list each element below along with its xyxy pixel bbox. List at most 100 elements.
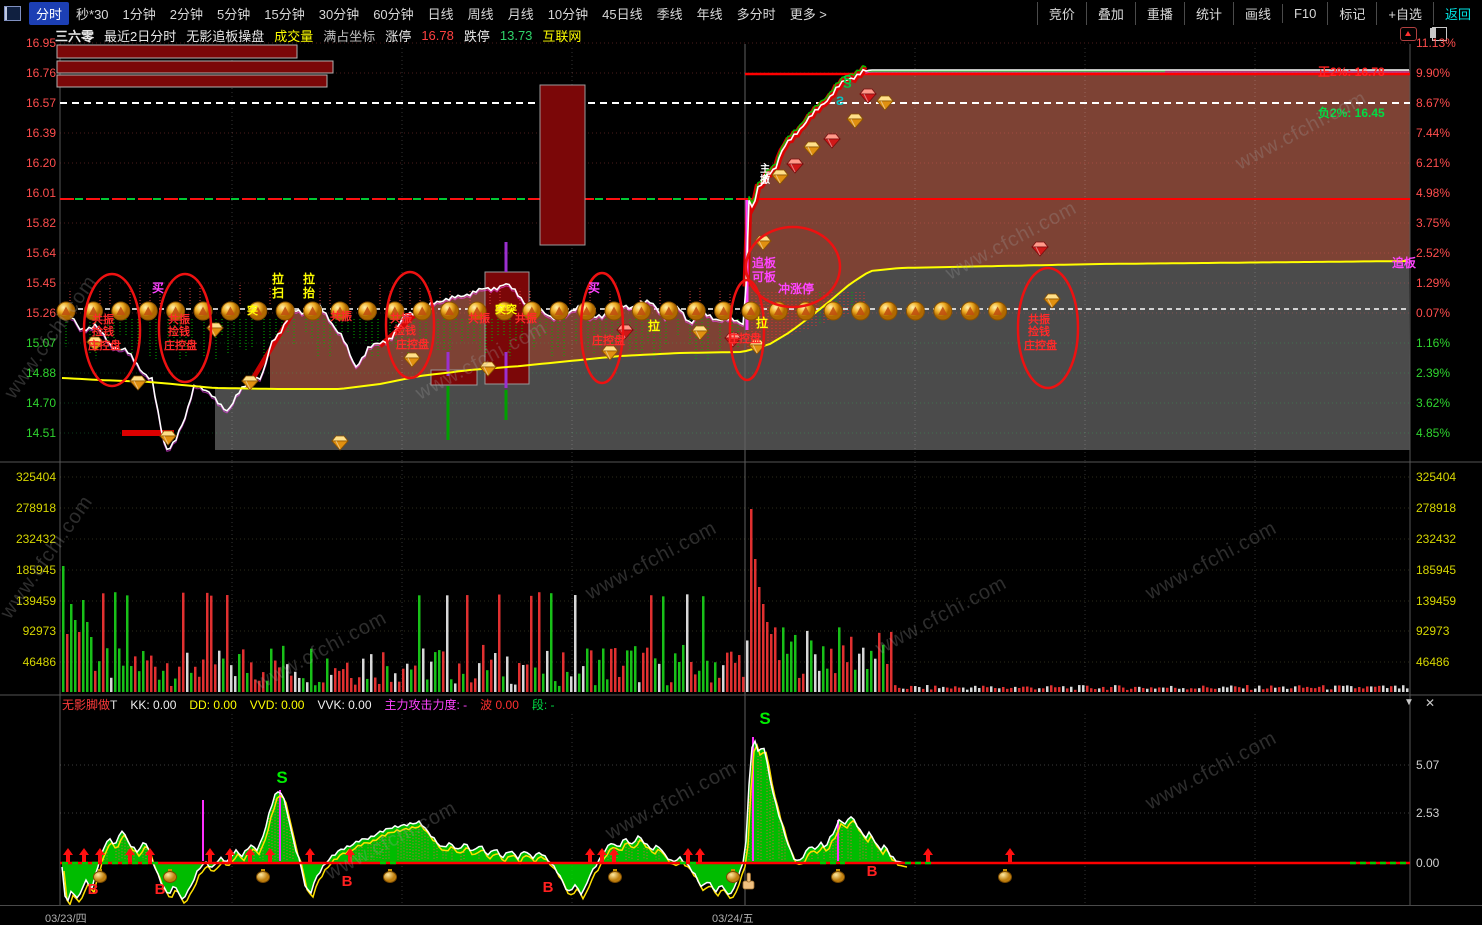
chart-shape [1202,685,1205,692]
chart-shape [474,678,477,692]
chart-shape [990,686,993,692]
chart-shape [830,648,833,692]
buy-marker-b: B [867,863,878,880]
chart-shape [1266,688,1269,692]
chart-shape [608,871,622,883]
price-axis-label: 16.95 [26,36,56,50]
price-axis-label: 15.45 [26,276,56,290]
buy-marker-b: B [88,881,99,898]
chart-annotation: 拉 [756,315,768,330]
chart-shape [1106,689,1109,692]
chart-shape [1194,688,1197,692]
chart-shape [122,665,125,692]
coin-icon [905,301,925,321]
chart-shape [206,592,209,692]
chart-shape [86,622,89,692]
chart-shape [402,668,405,692]
chart-shape [1046,686,1049,692]
close-icon[interactable]: ✕ [1425,696,1435,710]
chart-shape [642,652,645,692]
chart-shape [718,677,721,692]
chart-shape [1018,688,1021,692]
chart-shape [1114,685,1117,692]
chart-shape [658,663,661,692]
chart-shape [198,676,201,692]
chart-annotation: 冲涨停 [778,281,814,296]
chart-shape [454,683,457,692]
indicator-header: 无影脚做T KK: 0.00 DD: 0.00 VVD: 0.00 VVK: 0.00… [62,696,1436,712]
chart-shape [1326,689,1329,692]
chart-shape [1318,686,1321,692]
chart-shape [866,668,869,692]
chart-shape [406,663,409,692]
coin-icon [878,301,898,321]
chart-shape [1366,686,1369,692]
chart-shape [950,688,953,692]
chart-shape [1090,688,1093,692]
chart-shape [1130,688,1133,692]
chart-shape [1334,685,1337,692]
chart-shape [870,650,873,692]
chart-shape [626,650,629,692]
chart-shape [594,685,597,692]
chart-annotation: § [843,73,852,90]
pct-axis-label: 0.07% [1416,306,1450,320]
chart-shape [1054,687,1057,692]
coin-icon [275,301,295,321]
chart-shape [458,663,461,692]
chart-shape [1086,685,1089,692]
chart-annotation: 买 [588,281,600,295]
chart-shape [354,684,357,692]
volume-axis-label: 46486 [23,655,57,669]
price-axis-label: 16.20 [26,156,56,170]
chart-shape [394,673,397,692]
chart-shape [1298,685,1301,692]
chart-shape [238,654,241,692]
chart-annotation: 庄控盘 [592,333,625,347]
chart-shape [1102,686,1105,692]
chart-shape [522,664,525,692]
chart-shape [1066,688,1069,692]
pct-axis-label: 2.39% [1416,366,1450,380]
chart-shape [342,669,345,692]
chart-shape [1378,685,1381,692]
chart-shape [1286,688,1289,692]
chart-shape [986,687,989,692]
chart-annotation: 拉 [272,271,284,286]
coin-icon [851,301,871,321]
chart-shape [1142,687,1145,692]
chart-annotation: 捡钱 [92,324,114,338]
chart-shape [782,627,785,692]
chart-shape [326,658,329,692]
chart-shape [1010,687,1013,692]
chart-shape [154,666,157,692]
chart-shape [918,687,921,692]
chart-annotation: 庄控盘 [396,337,429,351]
chart-shape [818,670,821,692]
chart-shape [750,509,753,692]
indicator-field-3: VVK: 0.00 [317,698,372,712]
pct-axis-label: 6.21% [1416,156,1450,170]
chart-shape [942,686,945,692]
chart-shape [542,673,545,692]
indicator-title: 无影脚做 [62,698,111,712]
chart-shape [334,668,337,692]
chart-shape [790,641,793,692]
chart-shape [638,682,641,692]
chart-shape [1294,686,1297,692]
chart-shape [886,663,889,692]
chart-shape [350,678,353,692]
chart-shape [414,665,417,692]
chart-shape [1158,687,1161,692]
chart-shape [506,656,509,692]
chart-annotation: 共振 [330,309,352,323]
pct-axis-label: 7.44% [1416,126,1450,140]
chart-shape [926,685,929,692]
chart-shape [318,681,321,692]
price-axis-label: 15.82 [26,216,56,230]
coin-icon [111,301,131,321]
chevron-down-icon[interactable]: ▼ [1404,697,1414,708]
chart-shape [1358,687,1361,692]
chart-shape [634,646,637,692]
chart-shape [1062,686,1065,692]
